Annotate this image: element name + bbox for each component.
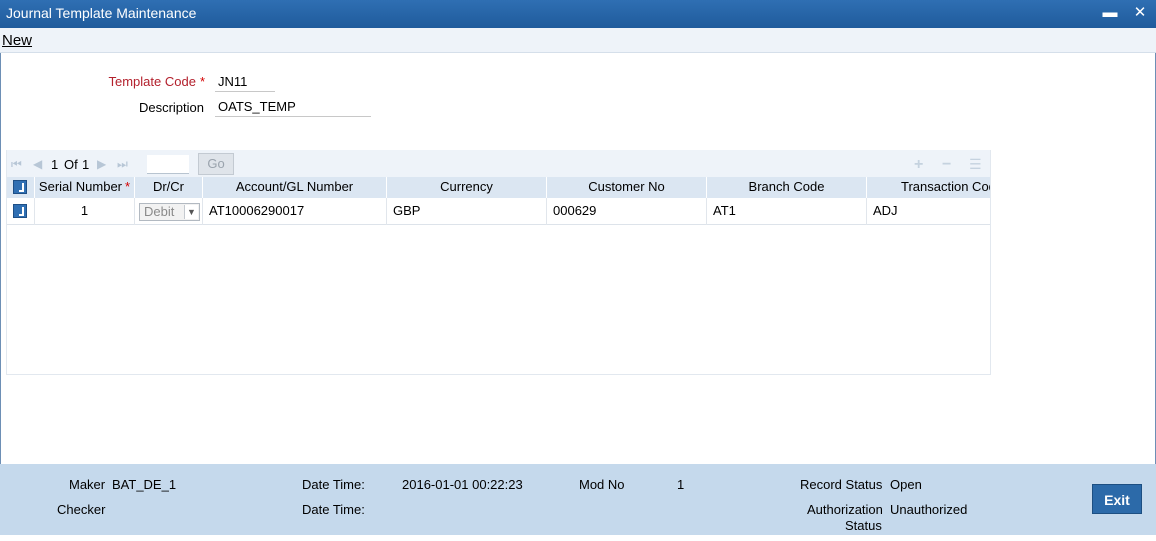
go-button[interactable]: Go [198, 153, 234, 175]
description-field[interactable]: OATS_TEMP [215, 99, 371, 117]
column-header[interactable]: Currency [387, 177, 547, 198]
new-link[interactable]: New [2, 32, 32, 49]
add-row-icon[interactable]: + [914, 156, 923, 174]
template-code-label: Template Code * [108, 74, 205, 89]
branch-code-cell[interactable]: AT1 [707, 198, 867, 225]
bottom-edge [0, 535, 1156, 541]
page-number-input[interactable] [147, 155, 189, 174]
previous-page-icon[interactable]: ◀ [33, 157, 42, 171]
menu-bar: New [0, 28, 1156, 53]
record-status-value: Open [890, 477, 922, 492]
authorization-status-label: Authorization [807, 502, 883, 517]
column-header[interactable]: Branch Code [707, 177, 867, 198]
close-icon[interactable]: ✕ [1131, 4, 1149, 22]
serial-number-cell[interactable]: 1 [35, 198, 135, 225]
column-header[interactable]: Transaction Code [867, 177, 990, 198]
delete-row-icon[interactable]: − [942, 156, 951, 174]
required-star-icon: * [199, 74, 205, 89]
account-cell[interactable]: AT10006290017 [203, 198, 387, 225]
customer-no-cell[interactable]: 000629 [547, 198, 707, 225]
drcr-select[interactable]: Debit ▼ [139, 203, 200, 221]
column-header[interactable]: Customer No [547, 177, 707, 198]
authorization-status-value: Unauthorized [890, 502, 968, 517]
next-page-icon[interactable]: ▶ [97, 157, 106, 171]
chevron-down-icon[interactable]: ▼ [184, 205, 198, 219]
table-row[interactable]: 1 Debit ▼ AT10006290017 GBP 000629 AT1 A… [7, 198, 990, 225]
window-title: Journal Template Maintenance [6, 5, 197, 21]
maker-value: BAT_DE_1 [112, 477, 177, 492]
last-page-icon[interactable]: ⏭ [117, 157, 128, 172]
template-code-field[interactable]: JN11 [215, 74, 275, 92]
maker-datetime-label: Date Time: [302, 477, 365, 492]
authorization-status-label-2: Status [845, 518, 882, 533]
page-of-label: Of [64, 157, 78, 172]
row-select-cell [7, 198, 35, 225]
currency-cell[interactable]: GBP [387, 198, 547, 225]
mod-no-value: 1 [677, 477, 685, 492]
column-header[interactable]: Account/GL Number [203, 177, 387, 198]
column-header[interactable]: Dr/Cr [135, 177, 203, 198]
row-checkbox[interactable] [13, 204, 27, 218]
total-pages: 1 [82, 157, 90, 172]
audit-footer: Maker BAT_DE_1 Checker Date Time: 2016-0… [0, 464, 1156, 535]
transaction-code-cell[interactable]: ADJ [867, 198, 990, 225]
description-label: Description [138, 100, 204, 115]
select-all-cell [7, 177, 35, 198]
grid-pager: ⏮ ◀ 1 Of 1 ▶ ⏭ Go + − ☰ [7, 150, 990, 177]
title-bar: Journal Template Maintenance ▬ ✕ [0, 0, 1156, 28]
checker-label: Checker [57, 502, 106, 517]
record-status-label: Record Status [800, 477, 883, 492]
maker-label: Maker [69, 477, 106, 492]
minimize-icon[interactable]: ▬ [1101, 4, 1119, 22]
mod-no-label: Mod No [579, 477, 625, 492]
journal-grid: ⏮ ◀ 1 Of 1 ▶ ⏭ Go + − ☰ Serial Number * D… [6, 150, 991, 375]
checker-datetime-label: Date Time: [302, 502, 365, 517]
maker-datetime-value: 2016-01-01 00:22:23 [402, 477, 523, 492]
grid-header-row: Serial Number * Dr/Cr Account/GL Number C… [7, 177, 990, 198]
first-page-icon[interactable]: ⏮ [11, 157, 22, 172]
drcr-select-value: Debit [144, 204, 175, 219]
current-page: 1 [51, 157, 59, 172]
drcr-cell: Debit ▼ [135, 198, 203, 225]
column-header[interactable]: Serial Number * [35, 177, 135, 198]
exit-button[interactable]: Exit [1092, 484, 1142, 514]
single-view-icon[interactable]: ☰ [969, 156, 982, 173]
select-all-checkbox[interactable] [13, 180, 27, 194]
